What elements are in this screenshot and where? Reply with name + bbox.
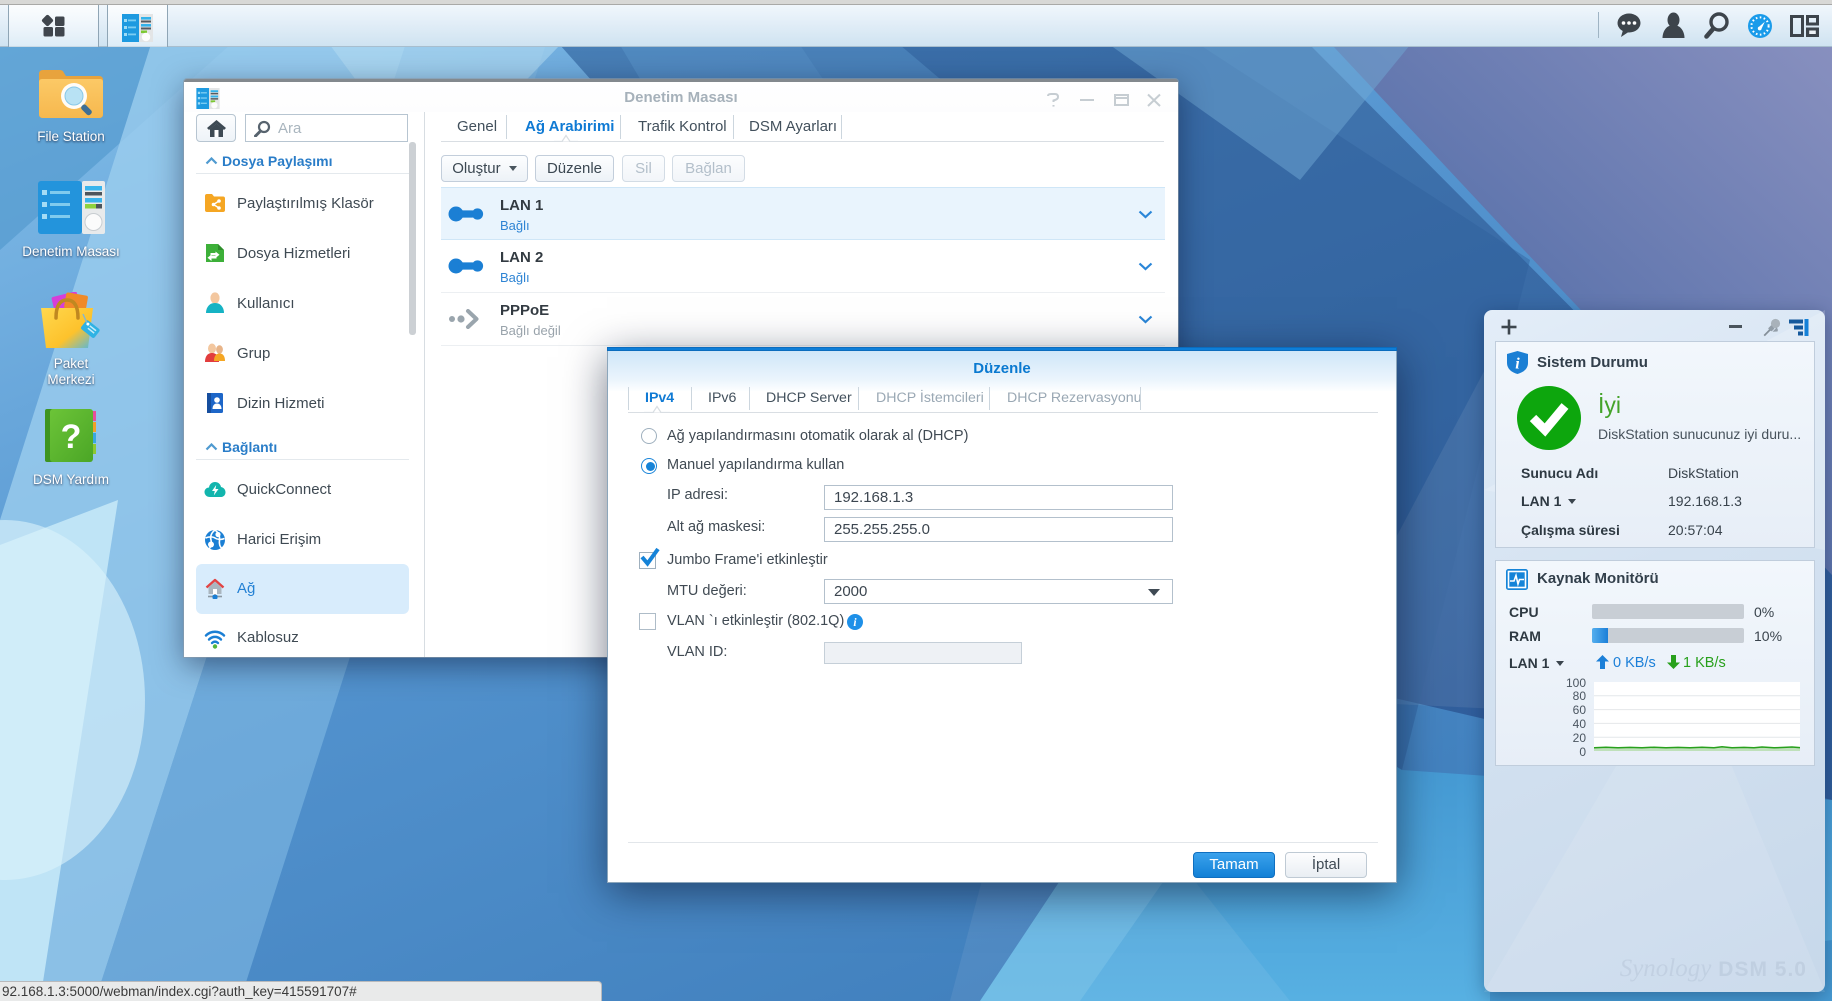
svg-text:?: ? bbox=[61, 418, 82, 456]
svg-text:i: i bbox=[1515, 356, 1520, 373]
